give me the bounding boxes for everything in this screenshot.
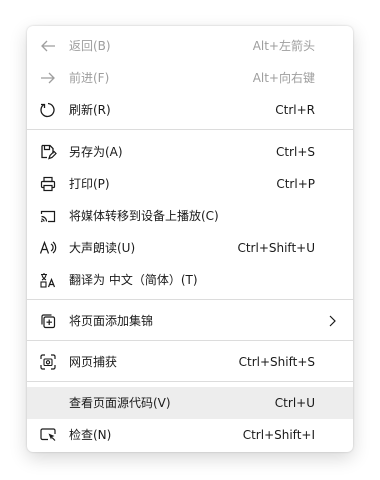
menu-item-shortcut: Ctrl+Shift+U xyxy=(237,241,315,255)
menu-item-label: 检查(N) xyxy=(69,428,112,442)
menu-item-label: 将页面添加集锦 xyxy=(69,314,154,328)
menu-item-shortcut: Ctrl+S xyxy=(275,145,315,159)
menu-item-save-as[interactable]: 另存为(A) Ctrl+S xyxy=(27,136,353,168)
separator xyxy=(27,299,353,300)
menu-item-forward[interactable]: 前进(F) Alt+向右键 xyxy=(27,62,353,94)
menu-item-inspect[interactable]: 检查(N) Ctrl+Shift+I xyxy=(27,419,353,451)
menu-item-shortcut: Ctrl+Shift+S xyxy=(238,355,315,369)
menu-item-label: 返回(B) xyxy=(69,39,111,53)
inspect-icon xyxy=(39,426,57,444)
menu-item-label: 打印(P) xyxy=(69,177,110,191)
menu-item-web-capture[interactable]: 网页捕获 Ctrl+Shift+S xyxy=(27,346,353,378)
menu-item-shortcut: Ctrl+U xyxy=(274,396,315,410)
menu-item-refresh[interactable]: 刷新(R) Ctrl+R xyxy=(27,94,353,126)
save-as-icon xyxy=(39,143,57,161)
print-icon xyxy=(39,175,57,193)
menu-item-add-to-collections[interactable]: 将页面添加集锦 xyxy=(27,305,353,337)
menu-item-shortcut: Ctrl+P xyxy=(276,177,315,191)
separator xyxy=(27,129,353,130)
chevron-right-icon xyxy=(327,314,337,328)
menu-item-view-source[interactable]: 查看页面源代码(V) Ctrl+U xyxy=(27,387,353,419)
refresh-icon xyxy=(39,101,57,119)
translate-icon xyxy=(39,271,57,289)
menu-item-label: 将媒体转移到设备上播放(C) xyxy=(69,209,219,223)
menu-item-shortcut: Alt+向右键 xyxy=(252,71,315,85)
menu-item-label: 大声朗读(U) xyxy=(69,241,136,255)
read-aloud-icon xyxy=(39,239,57,257)
separator xyxy=(27,340,353,341)
menu-item-read-aloud[interactable]: 大声朗读(U) Ctrl+Shift+U xyxy=(27,232,353,264)
context-menu: 返回(B) Alt+左箭头 前进(F) Alt+向右键 刷新(R) Ctrl+R… xyxy=(27,26,353,452)
cast-icon xyxy=(39,207,57,225)
screenshot-icon xyxy=(39,353,57,371)
menu-item-cast[interactable]: 将媒体转移到设备上播放(C) xyxy=(27,200,353,232)
menu-item-label: 翻译为 中文（简体）(T) xyxy=(69,273,198,287)
menu-item-label: 前进(F) xyxy=(69,71,110,85)
forward-arrow-icon xyxy=(39,69,57,87)
menu-item-label: 网页捕获 xyxy=(69,355,118,369)
menu-item-label: 刷新(R) xyxy=(69,103,111,117)
menu-item-shortcut: Alt+左箭头 xyxy=(252,39,315,53)
collections-icon xyxy=(39,312,57,330)
menu-item-shortcut: Ctrl+R xyxy=(275,103,315,117)
back-arrow-icon xyxy=(39,37,57,55)
menu-item-back[interactable]: 返回(B) Alt+左箭头 xyxy=(27,30,353,62)
menu-item-print[interactable]: 打印(P) Ctrl+P xyxy=(27,168,353,200)
menu-item-label: 另存为(A) xyxy=(69,145,123,159)
menu-item-shortcut: Ctrl+Shift+I xyxy=(242,428,315,442)
separator xyxy=(27,381,353,382)
menu-item-label: 查看页面源代码(V) xyxy=(69,396,171,410)
menu-item-translate[interactable]: 翻译为 中文（简体）(T) xyxy=(27,264,353,296)
